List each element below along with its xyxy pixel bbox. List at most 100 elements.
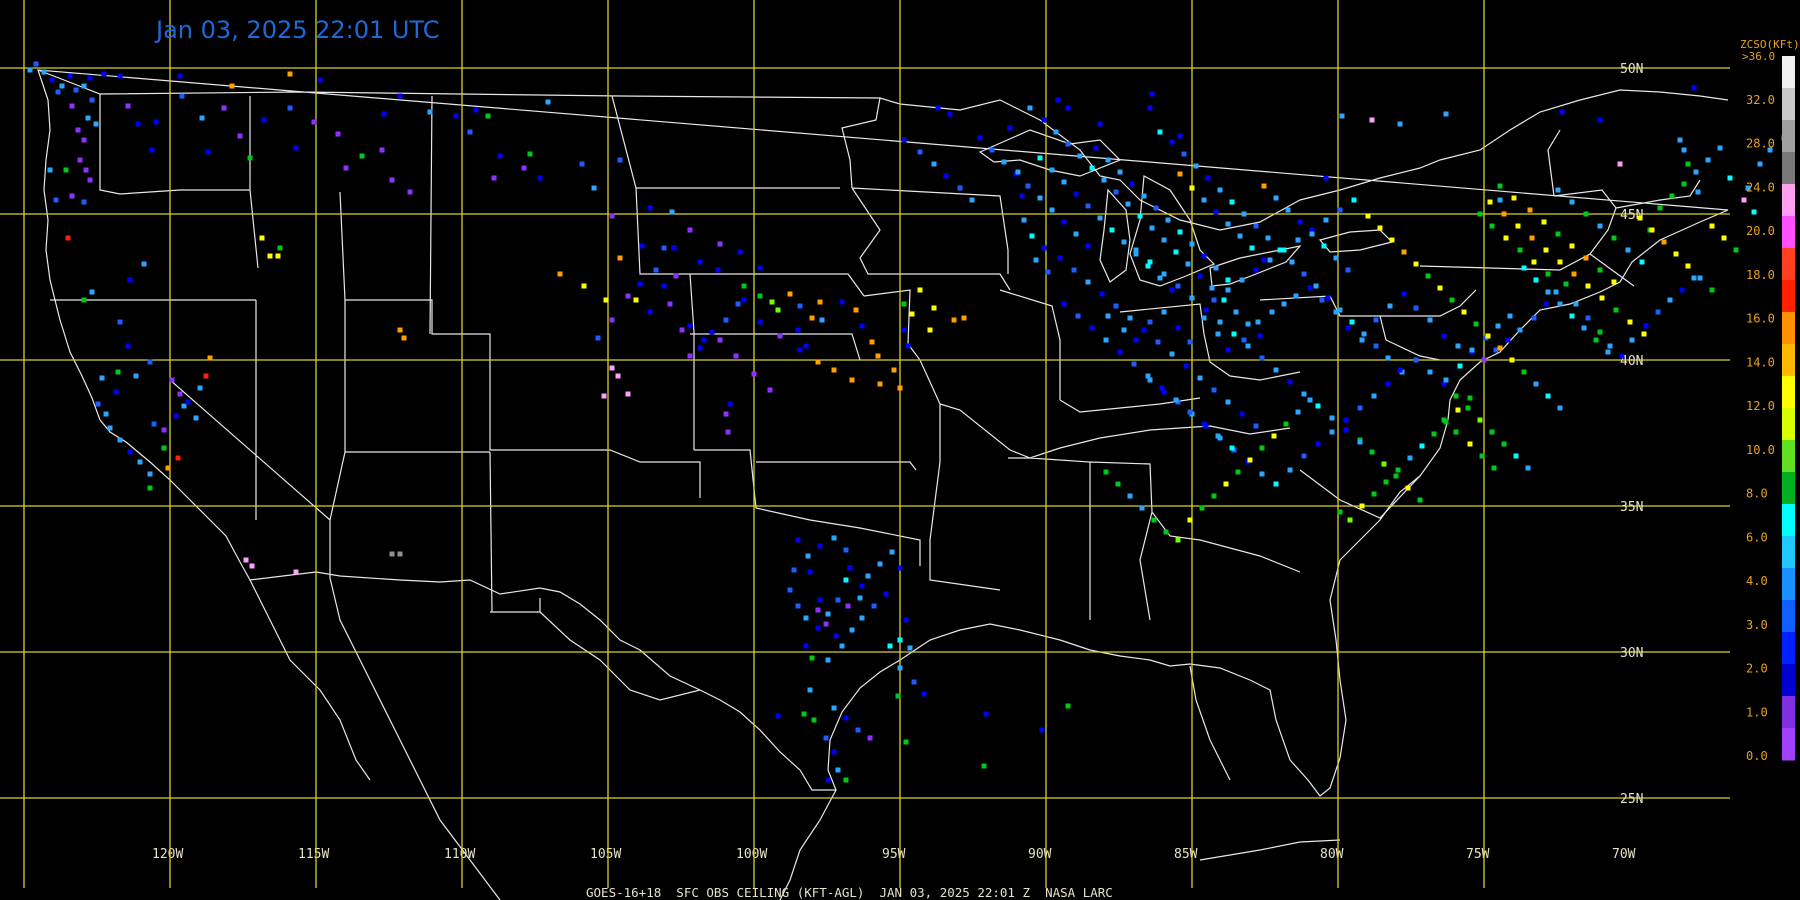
- station-dot: [825, 611, 831, 617]
- station-dot: [639, 243, 645, 249]
- station-dot: [1555, 231, 1561, 237]
- legend-swatch: [1782, 536, 1795, 569]
- station-dot: [617, 255, 623, 261]
- station-dot: [1361, 331, 1367, 337]
- legend-swatch: [1782, 184, 1795, 217]
- station-dot: [709, 329, 715, 335]
- station-dot: [287, 105, 293, 111]
- station-dot: [1611, 279, 1617, 285]
- station-dot: [687, 323, 693, 329]
- station-dot: [379, 147, 385, 153]
- station-dot: [1325, 295, 1331, 301]
- station-dot: [1161, 309, 1167, 315]
- station-dot: [207, 355, 213, 361]
- station-dot: [1309, 231, 1315, 237]
- station-dot: [1357, 405, 1363, 411]
- lon-label: 70W: [1612, 847, 1636, 862]
- station-dot: [1201, 421, 1207, 427]
- station-dot: [757, 319, 763, 325]
- station-dot: [1405, 485, 1411, 491]
- station-dot: [1055, 97, 1061, 103]
- station-dot: [817, 299, 823, 305]
- station-dot: [1329, 415, 1335, 421]
- station-dot: [73, 87, 79, 93]
- station-dot: [1469, 347, 1475, 353]
- station-dot: [1259, 355, 1265, 361]
- station-dot: [687, 227, 693, 233]
- legend-tick-label: 4.0: [1746, 574, 1768, 588]
- station-dot: [1639, 259, 1645, 265]
- station-dot: [49, 77, 55, 83]
- station-dot: [1065, 141, 1071, 147]
- station-dot: [81, 297, 87, 303]
- station-dot: [1649, 227, 1655, 233]
- station-dot: [1685, 161, 1691, 167]
- station-dot: [1357, 439, 1363, 445]
- station-dot: [1147, 319, 1153, 325]
- station-dot: [839, 643, 845, 649]
- station-dot: [845, 603, 851, 609]
- station-dot: [199, 115, 205, 121]
- station-dot: [1211, 493, 1217, 499]
- station-dot: [1217, 319, 1223, 325]
- station-dot: [1283, 421, 1289, 427]
- station-dot: [177, 391, 183, 397]
- station-dot: [905, 343, 911, 349]
- station-dot: [1245, 321, 1251, 327]
- station-dot: [1343, 427, 1349, 433]
- station-dot: [77, 157, 83, 163]
- ceiling-observation-map: 50N45N40N35N30N25N120W 115W 110W 105W 100W 95…: [0, 0, 1800, 900]
- station-dot: [921, 691, 927, 697]
- station-dot: [1253, 267, 1259, 273]
- station-dot: [1449, 297, 1455, 303]
- lon-label: 105W: [590, 847, 621, 862]
- station-dot: [473, 107, 479, 113]
- station-dot: [1093, 145, 1099, 151]
- legend-tick-label: 10.0: [1746, 443, 1775, 457]
- station-dot: [47, 167, 53, 173]
- station-dot: [1681, 181, 1687, 187]
- legend-swatch: [1782, 632, 1795, 665]
- station-dot: [1231, 331, 1237, 337]
- station-dot: [1239, 411, 1245, 417]
- station-dot: [723, 317, 729, 323]
- station-dot: [1437, 285, 1443, 291]
- station-dot: [1521, 369, 1527, 375]
- station-dot: [1427, 369, 1433, 375]
- station-dot: [819, 317, 825, 323]
- station-dot: [1175, 537, 1181, 543]
- station-dot: [1197, 273, 1203, 279]
- station-dot: [1457, 363, 1463, 369]
- station-dot: [815, 359, 821, 365]
- station-dot: [1373, 343, 1379, 349]
- station-dot: [817, 543, 823, 549]
- station-dot: [791, 567, 797, 573]
- station-dot: [1485, 333, 1491, 339]
- station-dot: [1605, 349, 1611, 355]
- station-dot: [903, 739, 909, 745]
- station-dot: [647, 309, 653, 315]
- station-dot: [859, 615, 865, 621]
- station-dot: [679, 327, 685, 333]
- station-dot: [89, 97, 95, 103]
- station-dot: [1269, 309, 1275, 315]
- station-dot: [1133, 251, 1139, 257]
- station-dot: [775, 307, 781, 313]
- station-dot: [1477, 417, 1483, 423]
- station-dot: [1293, 293, 1299, 299]
- station-dot: [243, 557, 249, 563]
- station-dot: [1627, 319, 1633, 325]
- station-dot: [1239, 277, 1245, 283]
- lon-label: 85W: [1174, 847, 1198, 862]
- station-dot: [935, 105, 941, 111]
- station-dot: [1127, 315, 1133, 321]
- station-dot: [1103, 469, 1109, 475]
- station-dot: [1323, 217, 1329, 223]
- station-dot: [1049, 167, 1055, 173]
- station-dot: [1517, 247, 1523, 253]
- station-dot: [603, 297, 609, 303]
- legend-swatch: [1782, 120, 1795, 153]
- legend-swatch: [1782, 408, 1795, 441]
- station-dot: [1709, 287, 1715, 293]
- legend-tick-label: 14.0: [1746, 355, 1775, 369]
